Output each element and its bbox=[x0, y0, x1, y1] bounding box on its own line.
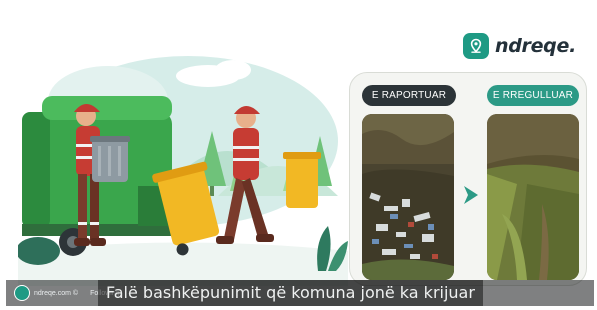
brand-logo: ndreqe. bbox=[463, 33, 576, 59]
resolved-tag: E RREGULLUAR bbox=[487, 85, 579, 106]
before-photo bbox=[362, 114, 454, 280]
channel-avatar[interactable] bbox=[14, 285, 30, 301]
subtitle-caption: Falë bashkëpunimit që komuna jonë ka kri… bbox=[98, 280, 483, 306]
brand-name: ndreqe. bbox=[495, 35, 576, 57]
channel-name[interactable]: ndreqe.com © bbox=[34, 290, 78, 297]
caption-bar: ndreqe.com © Following Falë bashkëpunimi… bbox=[6, 280, 594, 306]
before-after-card: E RAPORTUAR E RREGULLUAR bbox=[349, 72, 587, 286]
chevron-right-icon bbox=[464, 186, 478, 204]
after-photo bbox=[487, 114, 579, 280]
video-frame[interactable]: ndreqe. E RAPORTUAR E RREGULLUAR bbox=[6, 6, 594, 306]
location-pin-hex-icon bbox=[463, 33, 489, 59]
reported-tag: E RAPORTUAR bbox=[362, 85, 456, 106]
garbage-collection-illustration bbox=[16, 46, 348, 286]
